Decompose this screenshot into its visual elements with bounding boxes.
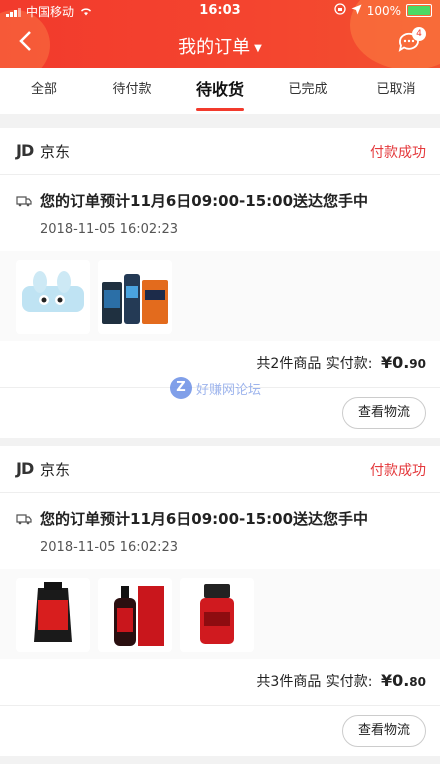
product-image-body-wash[interactable] (98, 578, 172, 652)
paid-amount: ¥0. (380, 353, 410, 372)
order-status: 付款成功 (370, 145, 426, 161)
paid-amount-cents: 90 (409, 357, 426, 371)
tab-completed[interactable]: 已完成 (264, 68, 352, 114)
order-card-header: JD 京东 付款成功 (0, 446, 440, 493)
product-image-headband[interactable] (16, 260, 90, 334)
location-icon (351, 4, 362, 18)
shop-name[interactable]: 京东 (40, 141, 70, 162)
battery-label: 100% (366, 3, 401, 18)
message-button[interactable]: 4 (398, 27, 426, 52)
page-title[interactable]: 我的订单 ▼ (0, 33, 440, 59)
message-badge: 4 (412, 27, 426, 41)
watermark: Z 好赚网论坛 (170, 377, 261, 399)
item-count: 共2件商品 (256, 356, 322, 372)
delivery-estimate: 您的订单预计11月6日09:00-15:00送达您手中 (40, 510, 369, 528)
tab-pending-receipt[interactable]: 待收货 (176, 68, 264, 114)
tab-cancelled[interactable]: 已取消 (352, 68, 440, 114)
order-timestamp: 2018-11-05 16:02:23 (40, 222, 179, 237)
order-summary: 共3件商品 实付款: ¥0.80 (0, 659, 440, 706)
delivery-estimate: 您的订单预计11月6日09:00-15:00送达您手中 (40, 192, 369, 210)
delivery-info[interactable]: 您的订单预计11月6日09:00-15:00送达您手中 2018-11-05 1… (0, 493, 440, 569)
view-logistics-button[interactable]: 查看物流 (342, 397, 426, 429)
order-card-partial[interactable] (0, 764, 440, 782)
truck-icon (16, 196, 32, 207)
product-thumbnails[interactable] (0, 251, 440, 341)
order-tabs: 全部 待付款 待收货 已完成 已取消 (0, 68, 440, 114)
status-bar: 中国移动 16:03 100% (0, 0, 440, 22)
watermark-text: 好赚网论坛 (196, 382, 262, 398)
paid-amount: ¥0. (380, 671, 410, 690)
paid-label: 实付款: (325, 674, 373, 690)
view-logistics-button[interactable]: 查看物流 (342, 715, 426, 747)
lock-rotation-icon (334, 3, 346, 18)
paid-amount-cents: 80 (409, 675, 426, 689)
battery-icon (406, 4, 432, 17)
tab-all[interactable]: 全部 (0, 68, 88, 114)
jd-logo: JD (16, 141, 34, 160)
order-card[interactable]: JD 京东 付款成功 您的订单预计11月6日09:00-15:00送达您手中 2… (0, 446, 440, 756)
tab-pending-payment[interactable]: 待付款 (88, 68, 176, 114)
order-timestamp: 2018-11-05 16:02:23 (40, 540, 179, 555)
shop-name[interactable]: 京东 (40, 459, 70, 480)
truck-icon (16, 514, 32, 525)
order-actions: 查看物流 (0, 706, 440, 756)
product-image-facial-cleanser[interactable] (16, 578, 90, 652)
caret-down-icon: ▼ (254, 42, 262, 54)
page-title-text: 我的订单 (178, 37, 251, 58)
jd-logo: JD (16, 459, 34, 478)
header: 中国移动 16:03 100% 我的订单 ▼ 4 (0, 0, 440, 68)
product-image-lotion[interactable] (180, 578, 254, 652)
delivery-info[interactable]: 您的订单预计11月6日09:00-15:00送达您手中 2018-11-05 1… (0, 175, 440, 251)
navbar: 我的订单 ▼ 4 (0, 22, 440, 68)
order-card-header: JD 京东 付款成功 (0, 128, 440, 175)
item-count: 共3件商品 (256, 674, 322, 690)
order-status: 付款成功 (370, 463, 426, 479)
product-thumbnails[interactable] (0, 569, 440, 659)
watermark-logo: Z (170, 377, 192, 399)
product-image-cosmetics-set[interactable] (98, 260, 172, 334)
paid-label: 实付款: (325, 356, 373, 372)
